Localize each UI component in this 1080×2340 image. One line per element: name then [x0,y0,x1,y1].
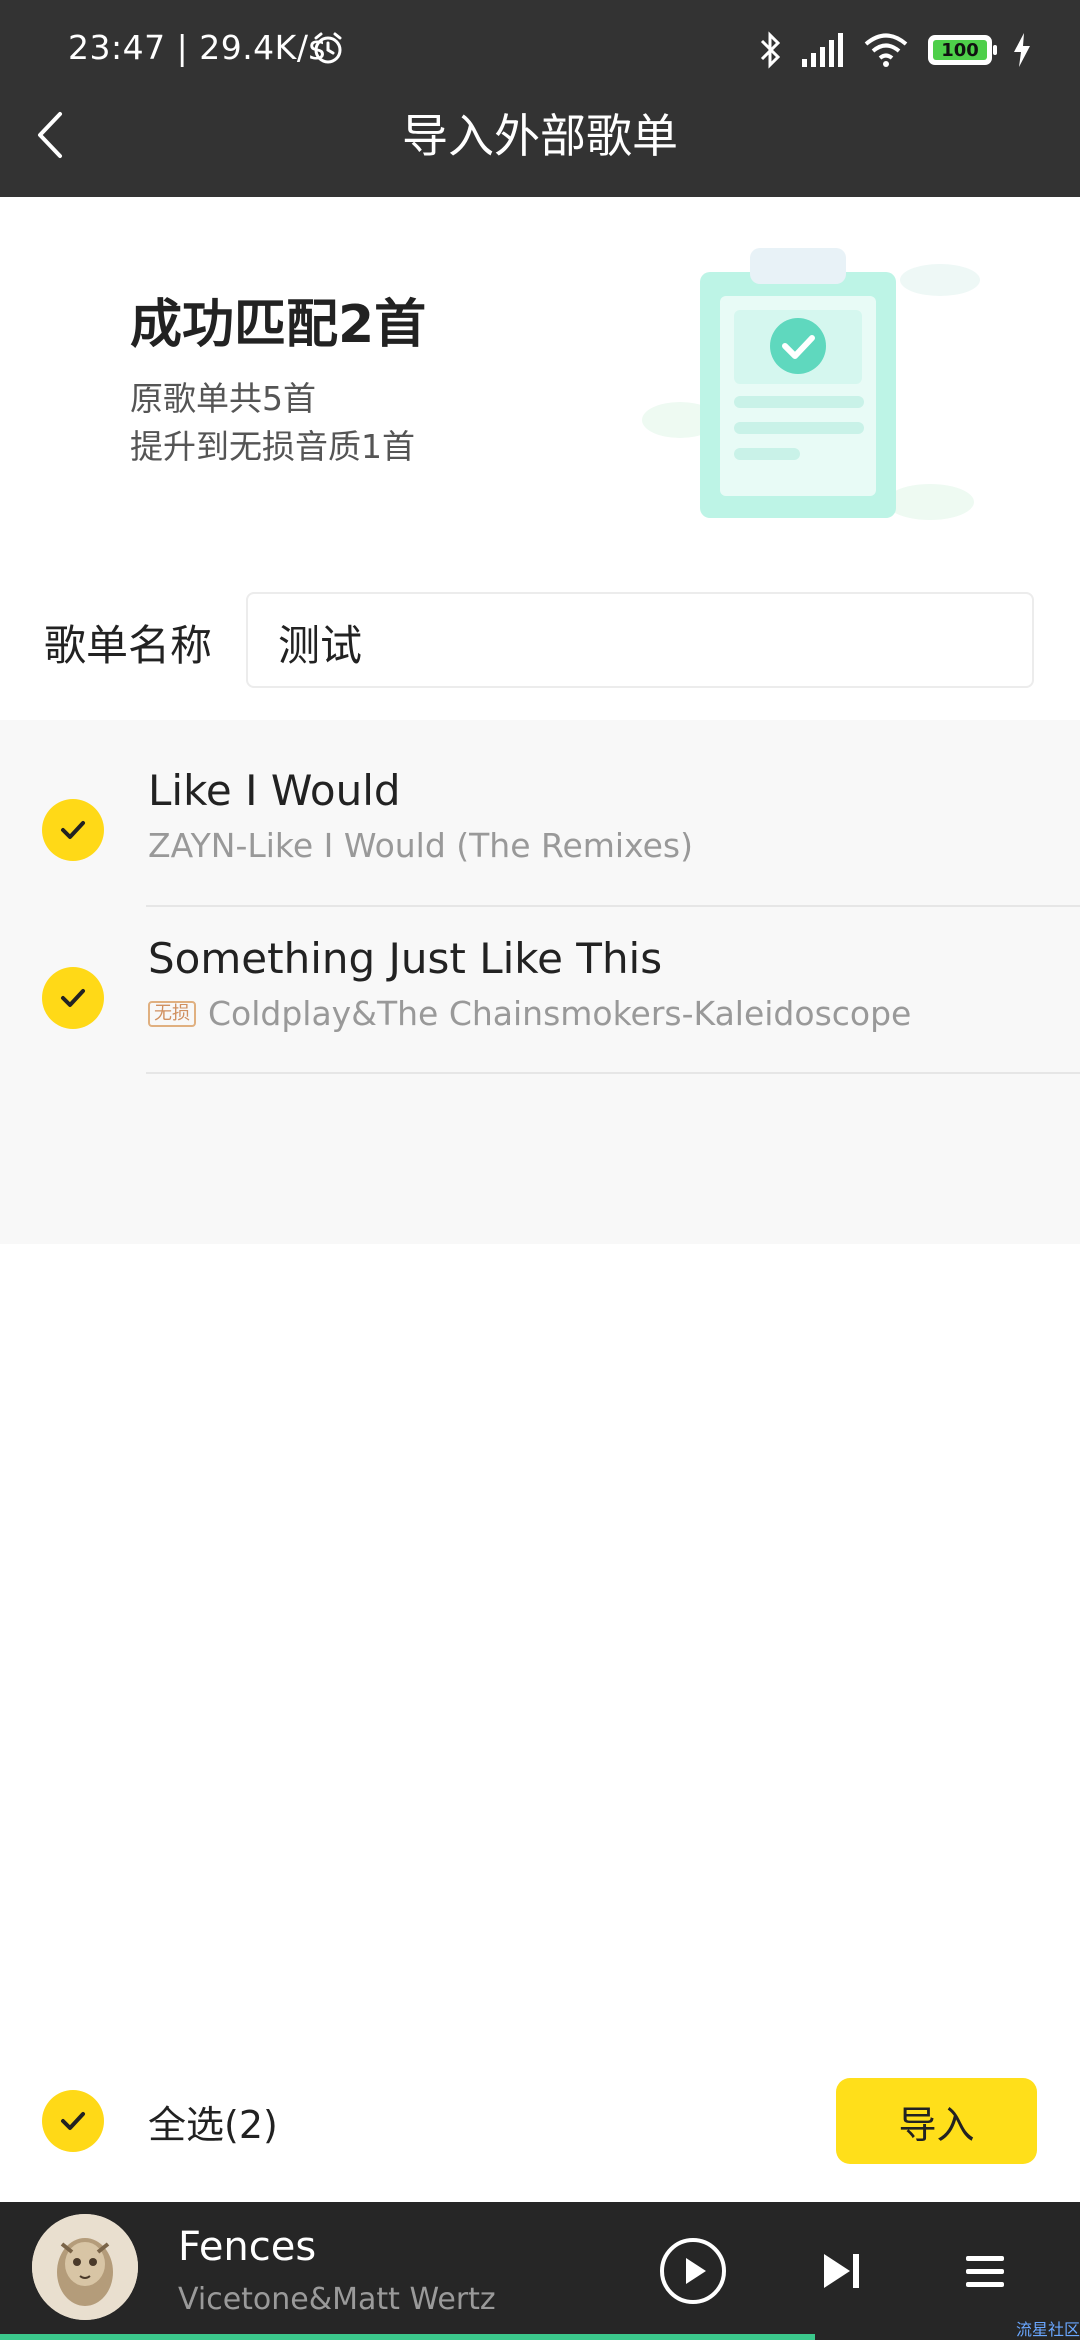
match-summary-title: 成功匹配2首 [130,295,427,355]
bluetooth-icon [760,31,781,69]
select-all-label[interactable]: 全选(2) [148,2094,278,2149]
list-item[interactable]: Like I Would ZAYN-Like I Would (The Remi… [0,746,1080,912]
song-title: Like I Would [148,766,401,815]
watermark: 流星社区 [1015,2320,1080,2339]
playlist-name-value: 测试 [278,621,363,670]
song-artist-album: Coldplay&The Chainsmokers-Kaleidoscope [208,994,912,1033]
now-playing-artist: Vicetone&Matt Wertz [178,2282,496,2317]
top-bar: 23:47 | 29.4K/s 100 导入外部歌单 [0,0,1080,197]
select-all-check-icon[interactable] [42,2090,104,2152]
clipboard-illustration [642,248,980,520]
divider [146,905,1080,907]
song-subtitle: ZAYN-Like I Would (The Remixes) [148,826,693,865]
album-cover[interactable] [32,2214,138,2320]
check-icon[interactable] [42,967,104,1029]
song-artist-album: ZAYN-Like I Would (The Remixes) [148,826,693,865]
play-icon[interactable] [658,2236,728,2306]
import-button[interactable]: 导入 [836,2078,1037,2164]
status-time-speed: 23:47 | 29.4K/s [68,28,327,67]
song-title: Something Just Like This [148,934,663,983]
battery-icon: 100 [928,35,997,65]
divider [146,1072,1080,1074]
page-title: 导入外部歌单 [402,109,678,163]
lossless-upgrade-text: 提升到无损音质1首 [130,427,415,466]
playlist-menu-icon[interactable] [950,2236,1020,2306]
status-bar: 23:47 | 29.4K/s 100 [0,0,1080,100]
mini-player[interactable]: Fences Vicetone&Matt Wertz 流星社区 [0,2202,1080,2340]
status-icons: 100 [758,28,1032,72]
wifi-icon [864,33,908,67]
original-count-text: 原歌单共5首 [130,379,316,418]
now-playing-title: Fences [178,2224,317,2270]
song-subtitle: 无损 Coldplay&The Chainsmokers-Kaleidoscop… [148,994,911,1033]
alarm-icon [314,32,342,64]
charging-icon [1014,33,1030,67]
list-item[interactable]: Something Just Like This 无损 Coldplay&The… [0,914,1080,1080]
check-icon[interactable] [42,799,104,861]
battery-level: 100 [933,40,987,61]
playlist-name-input[interactable]: 测试 [246,592,1034,688]
playback-progress [0,2334,816,2340]
playlist-name-label: 歌单名称 [44,621,213,670]
next-track-icon[interactable] [806,2236,876,2306]
signal-icon [802,33,843,67]
lossless-badge: 无损 [148,1000,196,1027]
